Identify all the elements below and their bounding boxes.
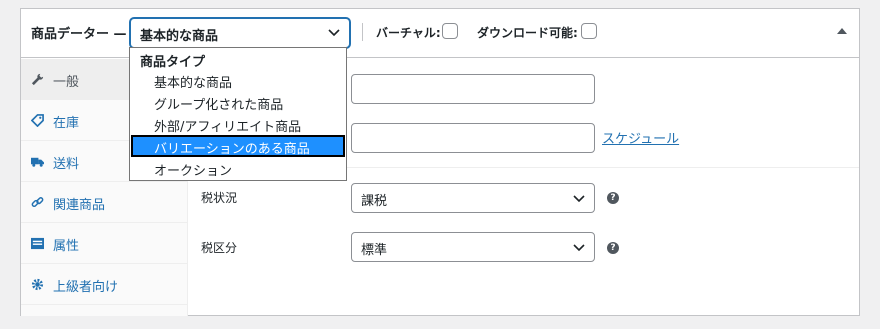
- tab-linked-products[interactable]: 関連商品: [21, 182, 188, 223]
- tab-label: 属性: [53, 239, 80, 254]
- tab-label: 上級者向け: [53, 280, 119, 295]
- sale-price-input[interactable]: [351, 123, 595, 153]
- tax-status-select[interactable]: 課税: [351, 183, 595, 213]
- tag-icon: [31, 114, 44, 127]
- wrench-icon: [31, 73, 44, 86]
- downloadable-label: ダウンロード可能:: [477, 26, 578, 40]
- virtual-label: バーチャル:: [376, 26, 441, 40]
- collapse-toggle-icon[interactable]: [837, 28, 847, 34]
- product-type-value: 基本的な商品: [140, 29, 219, 44]
- help-icon[interactable]: ?: [607, 242, 619, 254]
- gear-icon: [31, 278, 44, 291]
- tab-label: 在庫: [53, 116, 80, 131]
- dropdown-option[interactable]: グループ化された商品: [131, 91, 345, 113]
- list-icon: [31, 237, 44, 250]
- dropdown-option[interactable]: 外部/アフィリエイト商品: [131, 113, 345, 135]
- tax-status-value: 課税: [361, 194, 388, 209]
- header-separator: [362, 23, 363, 41]
- dropdown-group-label: 商品タイプ: [140, 55, 206, 70]
- tax-class-value: 標準: [361, 243, 388, 258]
- tab-attributes[interactable]: 属性: [21, 223, 188, 264]
- tab-label: 送料: [53, 157, 80, 172]
- truck-icon: [31, 157, 44, 167]
- link-icon: [31, 197, 44, 208]
- tax-status-label: 税状況: [201, 191, 238, 205]
- product-type-select[interactable]: 基本的な商品: [130, 18, 350, 48]
- tax-class-select[interactable]: 標準: [351, 232, 595, 262]
- tab-label: 関連商品: [53, 198, 106, 213]
- schedule-link[interactable]: スケジュール: [602, 128, 679, 147]
- panel-title: 商品データー —: [31, 27, 127, 42]
- chevron-down-icon: [328, 29, 340, 37]
- dropdown-option[interactable]: 基本的な商品: [131, 69, 345, 91]
- tax-class-label: 税区分: [201, 241, 238, 255]
- virtual-checkbox[interactable]: [442, 23, 458, 39]
- dropdown-option-highlighted[interactable]: バリエーションのある商品: [131, 135, 345, 157]
- chevron-down-icon: [573, 195, 585, 203]
- tab-advanced[interactable]: 上級者向け: [21, 264, 188, 305]
- regular-price-input[interactable]: [351, 74, 595, 104]
- dropdown-option[interactable]: オークション: [131, 157, 345, 179]
- help-icon[interactable]: ?: [607, 192, 619, 204]
- product-type-dropdown: 商品タイプ 基本的な商品 グループ化された商品 外部/アフィリエイト商品 バリエ…: [129, 47, 347, 181]
- chevron-down-icon: [573, 244, 585, 252]
- downloadable-checkbox[interactable]: [581, 23, 597, 39]
- tab-label: 一般: [53, 75, 80, 90]
